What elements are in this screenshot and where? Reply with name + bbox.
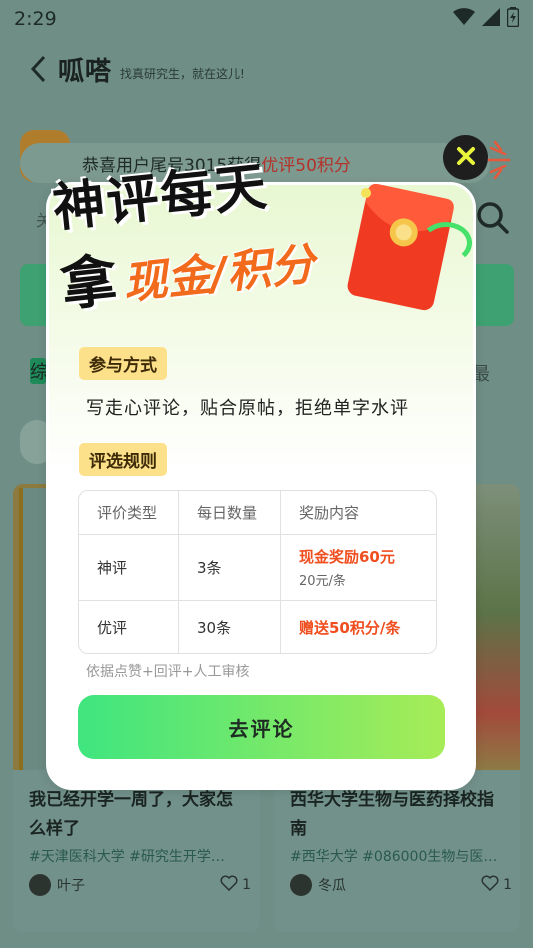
sparkle-icon [485, 138, 515, 182]
wifi-icon [453, 7, 475, 31]
rules-table: 评价类型 每日数量 奖励内容 神评 3条 现金奖励60元 20元/条 优评 30… [78, 490, 437, 654]
table-header-count: 每日数量 [179, 491, 281, 535]
search-icon[interactable] [476, 201, 512, 237]
heart-icon [220, 875, 238, 895]
back-icon[interactable] [26, 54, 50, 84]
rules-label: 评选规则 [79, 443, 167, 476]
signal-icon [482, 7, 500, 31]
post-meta: 叶子 1 [29, 872, 251, 898]
join-method-label: 参与方式 [79, 347, 167, 380]
app-header: 呱嗒 找真研究生，就在这儿! [0, 48, 533, 90]
heart-icon [481, 875, 499, 895]
table-row: 神评 3条 现金奖励60元 20元/条 [79, 535, 436, 601]
status-bar: 2:29 [0, 0, 533, 38]
avatar [29, 874, 51, 896]
table-header-reward: 奖励内容 [281, 491, 436, 535]
row-reward: 赠送50积分/条 [299, 618, 401, 637]
row-reward-cell: 赠送50积分/条 [281, 601, 436, 653]
post-tags[interactable]: #天津医科大学 #研究生开学… [29, 846, 251, 866]
row-reward-sub: 20元/条 [299, 574, 346, 589]
decorative-ring [420, 222, 472, 264]
post-meta: 冬瓜 1 [290, 872, 512, 898]
table-header-row: 评价类型 每日数量 奖励内容 [79, 491, 436, 535]
notice-highlight: 优评50积分 [261, 155, 351, 176]
post-title: 西华大学生物与医药择校指南 [290, 790, 494, 839]
app-slogan: 找真研究生，就在这儿! [120, 66, 245, 81]
like-button[interactable]: 1 [220, 875, 251, 895]
avatar [290, 874, 312, 896]
rules-note: 依据点赞+回评+人工审核 [86, 664, 250, 680]
row-count: 3条 [179, 535, 281, 601]
table-header-type: 评价类型 [79, 491, 179, 535]
row-reward: 现金奖励60元 [299, 548, 395, 566]
post-title: 我已经开学一周了，大家怎么样了 [29, 790, 233, 839]
post-author: 叶子 [57, 878, 85, 894]
modal-title-mark: 拿 [57, 247, 121, 320]
go-comment-button[interactable]: 去评论 [78, 695, 445, 759]
like-count: 1 [503, 877, 512, 893]
like-count: 1 [242, 877, 251, 893]
close-button[interactable] [443, 135, 488, 180]
join-method-text: 写走心评论，贴合原帖，拒绝单字水评 [86, 398, 409, 419]
row-type: 神评 [79, 535, 179, 601]
post-author: 冬瓜 [318, 878, 346, 894]
post-tags[interactable]: #西华大学 #086000生物与医… [290, 846, 512, 866]
app-logo: 呱嗒 [58, 56, 113, 87]
close-icon [456, 146, 476, 170]
like-button[interactable]: 1 [481, 875, 512, 895]
row-reward-cell: 现金奖励60元 20元/条 [281, 535, 436, 601]
row-count: 30条 [179, 601, 281, 653]
row-type: 优评 [79, 601, 179, 653]
status-icons [453, 6, 520, 32]
status-time: 2:29 [14, 8, 57, 30]
sparkle-dot [361, 188, 371, 198]
table-row: 优评 30条 赠送50积分/条 [79, 601, 436, 653]
battery-icon [506, 6, 520, 32]
